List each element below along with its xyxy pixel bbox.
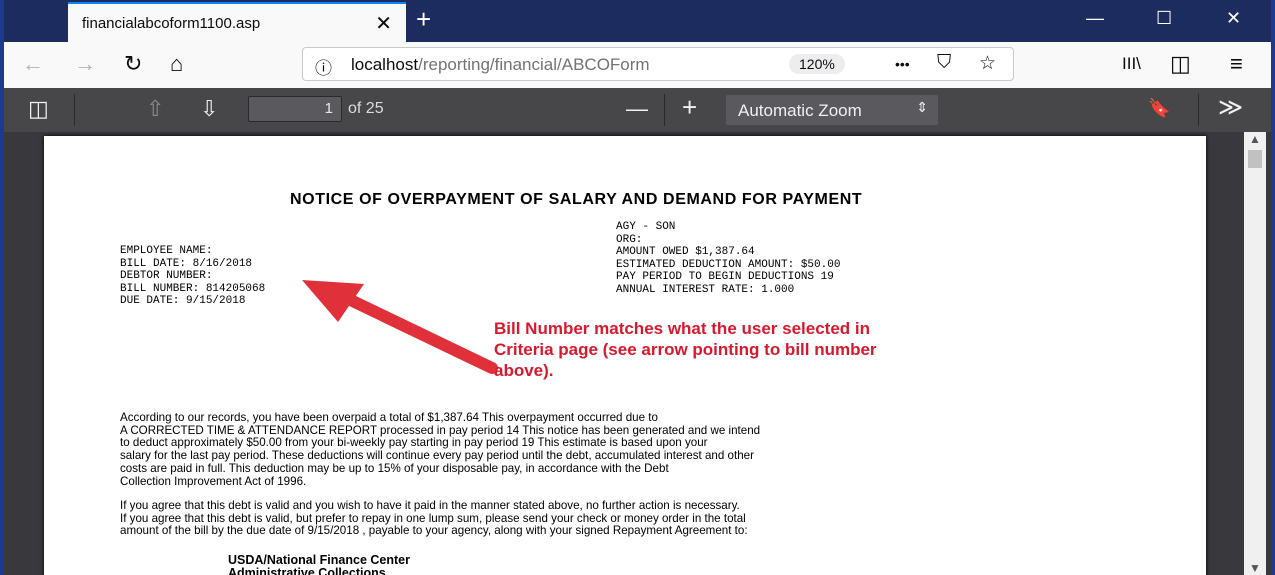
scroll-down-icon[interactable]: ▼ bbox=[1249, 561, 1261, 575]
account-fields: AGY - SON ORG: AMOUNT OWED $1,387.64 EST… bbox=[616, 221, 840, 297]
vertical-scrollbar[interactable]: ▲ ▼ bbox=[1244, 132, 1266, 575]
zoom-select-value: Automatic Zoom bbox=[738, 101, 862, 120]
paragraph-line: According to our records, you have been … bbox=[120, 411, 658, 424]
callout-line: Criteria page (see arrow pointing to bil… bbox=[494, 340, 877, 359]
field-estimated-deduction: ESTIMATED DEDUCTION AMOUNT: $50.00 bbox=[616, 258, 841, 271]
annotation-callout: Bill Number matches what the user select… bbox=[494, 318, 877, 381]
pdf-toolbar: ◫ ⇧ ⇩ 1 of 25 — + Automatic Zoom ⇕ 🔖 ≫ bbox=[4, 88, 1271, 133]
address-line: Administrative Collections bbox=[228, 566, 386, 575]
browser-window: financialabcoform1100.asp ✕ + — ☐ ✕ ← → … bbox=[4, 0, 1271, 575]
sidebar-icon[interactable]: ◫ bbox=[1170, 51, 1191, 77]
next-page-icon[interactable]: ⇩ bbox=[200, 96, 218, 122]
url-host: localhost bbox=[351, 55, 419, 74]
annotation-arrow-icon bbox=[302, 280, 498, 374]
home-icon[interactable]: ⌂ bbox=[170, 51, 183, 77]
notice-title: NOTICE OF OVERPAYMENT OF SALARY AND DEMA… bbox=[290, 191, 863, 208]
pdf-page: NOTICE OF OVERPAYMENT OF SALARY AND DEMA… bbox=[44, 136, 1206, 575]
zoom-badge[interactable]: 120% bbox=[789, 54, 845, 74]
field-bill-date: BILL DATE: 8/16/2018 bbox=[120, 257, 253, 270]
field-amount-owed: AMOUNT OWED $1,387.64 bbox=[616, 246, 755, 259]
field-due-date: DUE DATE: 9/15/2018 bbox=[120, 295, 246, 308]
field-bill-number: BILL NUMBER: 814205068 bbox=[120, 282, 266, 295]
url-bar[interactable]: ⓘ localhost/reporting/financial/ABCOForm… bbox=[302, 47, 1014, 81]
zoom-out-icon[interactable]: — bbox=[626, 96, 648, 122]
field-debtor-number: DEBTOR NUMBER: bbox=[120, 270, 213, 283]
page-number-input[interactable]: 1 bbox=[248, 96, 342, 122]
field-agency: AGY - SON bbox=[616, 221, 676, 233]
remit-address: USDA/National Finance Center Administrat… bbox=[228, 554, 410, 575]
paragraph-overpayment: According to our records, you have been … bbox=[120, 411, 760, 488]
window-close-icon[interactable]: ✕ bbox=[1226, 8, 1241, 29]
site-info-icon[interactable]: ⓘ bbox=[315, 54, 332, 79]
field-interest-rate: ANNUAL INTEREST RATE: 1.000 bbox=[616, 283, 795, 296]
forward-icon[interactable]: → bbox=[74, 51, 96, 77]
new-tab-icon[interactable]: + bbox=[416, 4, 431, 35]
maximize-icon[interactable]: ☐ bbox=[1156, 8, 1172, 29]
pocket-icon[interactable]: ⛉ bbox=[937, 52, 951, 74]
paragraph-repayment: If you agree that this debt is valid and… bbox=[120, 499, 748, 538]
select-arrow-icon: ⇕ bbox=[916, 99, 928, 115]
callout-line: Bill Number matches what the user select… bbox=[494, 319, 871, 338]
zoom-in-icon[interactable]: + bbox=[682, 92, 697, 123]
document-viewer[interactable]: NOTICE OF OVERPAYMENT OF SALARY AND DEMA… bbox=[4, 132, 1271, 575]
scroll-up-icon[interactable]: ▲ bbox=[1249, 132, 1261, 146]
menu-icon[interactable]: ≡ bbox=[1230, 51, 1243, 77]
tab-active[interactable]: financialabcoform1100.asp ✕ bbox=[68, 2, 406, 42]
page-count: of 25 bbox=[348, 100, 384, 117]
tab-title: financialabcoform1100.asp bbox=[82, 15, 261, 32]
paragraph-line: If you agree that this debt is valid and… bbox=[120, 499, 740, 512]
paragraph-line: amount of the bill by the due date of 9/… bbox=[120, 524, 748, 538]
back-icon[interactable]: ← bbox=[22, 51, 44, 77]
nav-bar: ← → ↻ ⌂ ⓘ localhost/reporting/financial/… bbox=[4, 42, 1271, 89]
employee-fields: EMPLOYEE NAME: BILL DATE: 8/16/2018 DEBT… bbox=[120, 245, 265, 308]
page-actions-icon[interactable]: ••• bbox=[895, 56, 910, 72]
tab-close-icon[interactable]: ✕ bbox=[375, 11, 392, 36]
url-path: /reporting/financial/ABCOForm bbox=[418, 55, 650, 74]
minimize-icon[interactable]: — bbox=[1086, 8, 1104, 29]
callout-line: above). bbox=[494, 361, 554, 380]
reload-icon[interactable]: ↻ bbox=[124, 51, 142, 77]
toggle-sidebar-icon[interactable]: ◫ bbox=[28, 96, 49, 122]
field-employee-name: EMPLOYEE NAME: bbox=[120, 245, 213, 257]
zoom-select[interactable]: Automatic Zoom ⇕ bbox=[726, 95, 938, 125]
toolbar-divider bbox=[1198, 94, 1199, 126]
paragraph-line: salary for the last pay period. These de… bbox=[120, 449, 754, 463]
library-icon[interactable]: III\ bbox=[1122, 54, 1141, 74]
scroll-thumb[interactable] bbox=[1248, 150, 1262, 168]
paragraph-line: Collection Improvement Act of 1996. bbox=[120, 474, 307, 488]
paragraph-line: costs are paid in full. This deduction m… bbox=[120, 461, 669, 475]
previous-page-icon[interactable]: ⇧ bbox=[146, 96, 164, 122]
bookmark-icon[interactable]: 🔖 bbox=[1148, 98, 1170, 119]
tools-icon[interactable]: ≫ bbox=[1218, 93, 1243, 122]
field-org: ORG: bbox=[616, 233, 643, 246]
toolbar-divider bbox=[664, 94, 665, 126]
bookmark-star-icon[interactable]: ☆ bbox=[979, 52, 996, 75]
field-pay-period: PAY PERIOD TO BEGIN DEDUCTIONS 19 bbox=[616, 271, 834, 284]
url-text[interactable]: localhost/reporting/financial/ABCOForm bbox=[351, 55, 731, 75]
toolbar-divider bbox=[74, 94, 75, 126]
tab-bar: financialabcoform1100.asp ✕ + — ☐ ✕ bbox=[4, 0, 1271, 42]
